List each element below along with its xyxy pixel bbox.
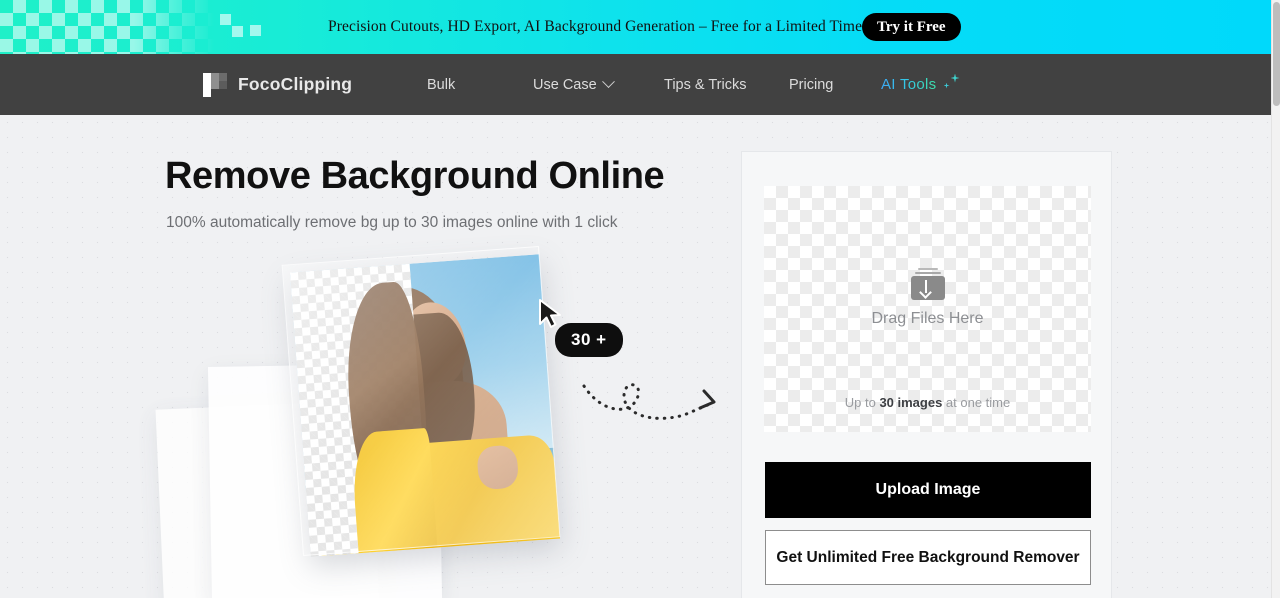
chevron-down-icon (601, 75, 615, 89)
nav-item-label: Pricing (789, 76, 834, 93)
main-navbar: FocoClipping Bulk Use Case Tips & Tricks… (0, 54, 1271, 115)
fococlipping-logo-icon (203, 72, 227, 97)
get-unlimited-button[interactable]: Get Unlimited Free Background Remover (765, 530, 1091, 585)
dropzone-content: Drag Files Here (764, 268, 1091, 328)
model-hand (475, 444, 519, 491)
scrollbar-thumb[interactable] (1273, 2, 1280, 106)
nav-item-label: Use Case (533, 76, 597, 93)
brand-logo[interactable]: FocoClipping (203, 72, 353, 97)
checker-dot-decoration (220, 14, 231, 25)
promo-banner: Precision Cutouts, HD Export, AI Backgro… (0, 0, 1271, 54)
upload-panel: Drag Files Here Up to 30 images at one t… (741, 151, 1112, 598)
transparency-checker-overlay (289, 263, 438, 557)
sparkle-icon (944, 77, 960, 93)
brand-name: FocoClipping (238, 74, 353, 94)
page-subtitle: 100% automatically remove bg up to 30 im… (166, 214, 618, 231)
dropzone-note-strong: 30 images (879, 395, 943, 410)
tray-download-icon (909, 268, 947, 300)
file-dropzone[interactable]: Drag Files Here Up to 30 images at one t… (764, 186, 1091, 432)
page-title: Remove Background Online (165, 155, 665, 197)
page-content: Remove Background Online 100% automatica… (0, 115, 1271, 598)
promo-message: Precision Cutouts, HD Export, AI Backgro… (328, 18, 863, 35)
dotted-curve-arrow-icon (582, 383, 716, 420)
nav-item-use-case[interactable]: Use Case (533, 75, 615, 93)
dropzone-note-suffix: at one time (942, 395, 1011, 410)
nav-item-ai-tools[interactable]: AI Tools (881, 76, 960, 93)
checker-dot-decoration (232, 26, 243, 37)
sample-photo (289, 254, 561, 557)
hero-illustration: 30 + (150, 235, 750, 598)
try-it-free-button[interactable]: Try it Free (862, 13, 961, 41)
dropzone-note: Up to 30 images at one time (764, 395, 1091, 410)
nav-item-tips-and-tricks[interactable]: Tips & Tricks (664, 77, 746, 93)
dropzone-label: Drag Files Here (871, 310, 984, 327)
vertical-scrollbar[interactable] (1271, 0, 1280, 598)
checkerboard-decoration (0, 0, 215, 54)
cursor-arrow-icon (539, 299, 561, 328)
cutout-shawl (349, 428, 438, 554)
nav-item-label: Tips & Tricks (664, 76, 747, 93)
nav-item-label: Bulk (427, 76, 456, 93)
nav-item-bulk[interactable]: Bulk (427, 77, 455, 93)
image-count-badge: 30 + (555, 323, 623, 357)
dropzone-note-prefix: Up to (844, 395, 880, 410)
nav-item-label: AI Tools (881, 76, 937, 93)
nav-item-pricing[interactable]: Pricing (789, 77, 833, 93)
upload-image-button[interactable]: Upload Image (765, 462, 1091, 518)
checker-dot-decoration (250, 25, 261, 36)
